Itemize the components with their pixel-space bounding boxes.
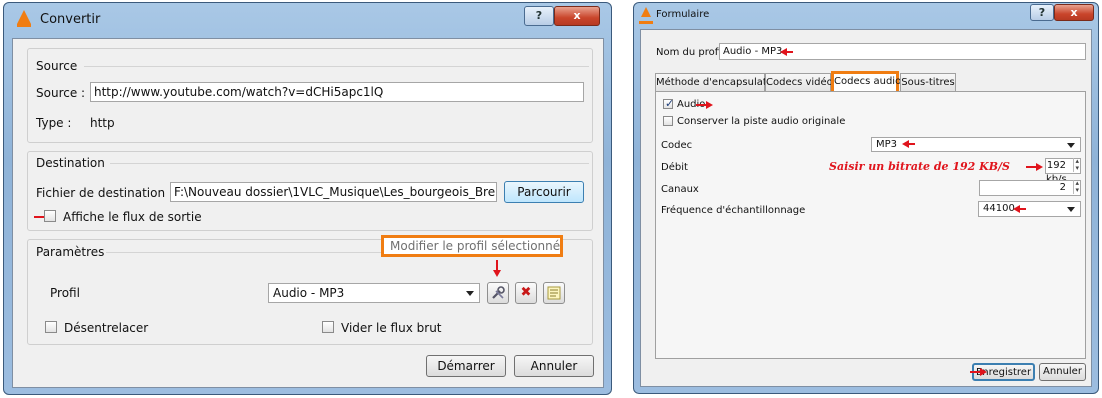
source-input[interactable]: http://www.youtube.com/watch?v=dCHi5apc1… — [90, 82, 584, 102]
convert-client-area: Source Source : http://www.youtube.com/w… — [12, 38, 604, 388]
annotation-arrow — [970, 368, 987, 376]
source-label: Source : — [36, 86, 86, 100]
annotation-arrow — [696, 101, 713, 109]
annotation-arrow — [902, 140, 915, 148]
window-title: Formulaire — [656, 9, 710, 20]
tab-audio-codecs[interactable]: Codecs audio — [831, 71, 901, 92]
cancel-button[interactable]: Annuler — [1039, 363, 1086, 381]
close-button[interactable]: x — [1054, 4, 1094, 21]
channels-value: 2 — [1059, 182, 1066, 193]
type-value: http — [90, 116, 115, 130]
channels-spinbox[interactable]: 2 — [979, 180, 1081, 196]
wrench-screwdriver-icon — [492, 286, 505, 299]
samplerate-select[interactable]: 44100 — [978, 201, 1081, 217]
cancel-button[interactable]: Annuler — [514, 355, 594, 377]
chevron-down-icon — [466, 291, 474, 296]
codec-select[interactable]: MP3 — [871, 137, 1081, 152]
vlc-cone-icon — [17, 10, 31, 27]
annotation-arrow — [1013, 205, 1026, 213]
profile-label: Profil — [50, 286, 80, 300]
profile-form-window: Formulaire ? x Nom du profil Audio - MP3… — [633, 2, 1099, 394]
new-profile-icon — [547, 286, 561, 300]
group-divider — [106, 252, 386, 253]
profile-name-input[interactable]: Audio - MP3 — [719, 43, 1086, 60]
samplerate-label: Fréquence d'échantillonnage — [661, 205, 806, 216]
cancel-button-label: Annuler — [530, 359, 578, 373]
tab-encapsulation[interactable]: Méthode d'encapsulation — [655, 73, 782, 91]
samplerate-select-value: 44100 — [983, 203, 1015, 214]
delete-profile-button[interactable]: ✖ — [515, 282, 537, 304]
chevron-down-icon — [1067, 207, 1075, 212]
start-button[interactable]: Démarrer — [426, 355, 506, 377]
tab-subtitles[interactable]: Sous-titres — [900, 73, 956, 91]
cancel-button-label: Annuler — [1043, 366, 1082, 377]
annotation-arrow — [493, 260, 501, 277]
profile-select[interactable]: Audio - MP3 — [268, 283, 480, 303]
destination-file-label: Fichier de destination : — [36, 186, 173, 200]
source-group: Source Source : http://www.youtube.com/w… — [27, 48, 593, 143]
profile-name-value: Audio - MP3 — [723, 46, 783, 57]
annotation-text: Modifier le profil sélectionné — [390, 239, 561, 253]
deinterlace-checkbox[interactable] — [45, 321, 57, 333]
source-group-label: Source — [36, 59, 78, 73]
type-label: Type : — [36, 116, 72, 130]
convert-window: Convertir ? x Source Source : http://www… — [3, 2, 612, 395]
profile-select-value: Audio - MP3 — [273, 286, 345, 300]
keep-original-track-label: Conserver la piste audio originale — [677, 116, 846, 127]
start-button-label: Démarrer — [437, 359, 495, 373]
window-title: Convertir — [40, 12, 101, 27]
chevron-down-icon — [1067, 143, 1075, 148]
audio-codec-panel: Audio Conserver la piste audio originale… — [655, 91, 1086, 359]
destination-group-label: Destination — [36, 156, 105, 170]
show-output-checkbox[interactable] — [44, 210, 56, 222]
help-button[interactable]: ? — [1030, 4, 1054, 21]
delete-x-icon: ✖ — [520, 285, 532, 300]
annotation-arrow — [1026, 163, 1043, 171]
raw-dump-checkbox[interactable] — [322, 321, 334, 333]
form-titlebar: Formulaire ? x — [634, 3, 1098, 25]
channels-label: Canaux — [661, 184, 699, 195]
params-group-label: Paramètres — [36, 245, 105, 259]
new-profile-button[interactable] — [543, 282, 565, 304]
group-divider — [110, 163, 589, 164]
modify-profile-annotation: Modifier le profil sélectionné — [381, 235, 563, 257]
raw-dump-label: Vider le flux brut — [341, 321, 442, 335]
audio-checkbox[interactable] — [663, 97, 674, 110]
show-output-label: Affiche le flux de sortie — [63, 210, 202, 224]
annotation-arrow — [780, 48, 793, 56]
deinterlace-label: Désentrelacer — [64, 321, 149, 335]
bitrate-annotation: Saisir un bitrate de 192 KB/S — [829, 160, 1010, 173]
browse-button[interactable]: Parcourir — [504, 181, 584, 203]
form-client-area: Nom du profil Audio - MP3 Méthode d'enca… — [640, 29, 1092, 387]
bitrate-label: Débit — [661, 162, 688, 173]
profile-name-label: Nom du profil — [656, 47, 724, 58]
group-divider — [84, 66, 589, 67]
destination-file-input[interactable]: F:\Nouveau dossier\1VLC_Musique\Les_bour… — [170, 182, 497, 202]
tab-video-codecs[interactable]: Codecs vidéo — [765, 73, 833, 91]
edit-profile-button[interactable] — [487, 282, 509, 304]
help-button[interactable]: ? — [524, 6, 554, 26]
convert-titlebar: Convertir ? x — [4, 3, 611, 31]
close-button[interactable]: x — [554, 6, 600, 26]
codec-label: Codec — [661, 140, 693, 151]
keep-original-track-checkbox[interactable] — [663, 116, 673, 126]
save-button[interactable]: Enregistrer — [970, 363, 1035, 381]
vlc-cone-icon — [639, 7, 653, 24]
codec-select-value: MP3 — [876, 139, 898, 150]
bitrate-spinbox[interactable]: 192 kb/s — [1045, 158, 1081, 185]
